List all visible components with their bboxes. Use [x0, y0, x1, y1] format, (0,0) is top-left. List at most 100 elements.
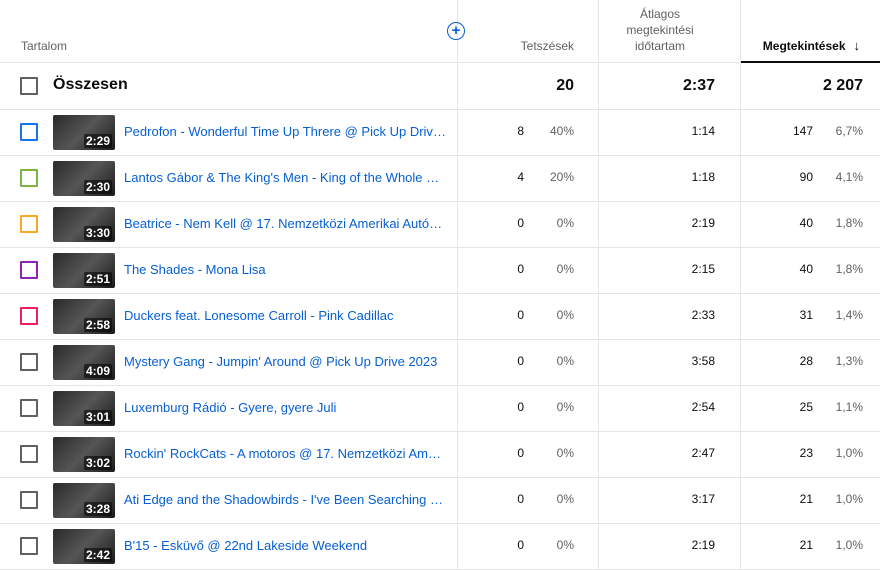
likes-count: 0: [517, 492, 524, 506]
avg-duration: 1:18: [691, 170, 715, 184]
likes-percent: 0%: [556, 492, 574, 506]
table-row[interactable]: 4:09 Mystery Gang - Jumpin' Around @ Pic…: [0, 340, 880, 386]
avg-duration: 3:58: [691, 354, 715, 368]
video-duration: 3:28: [83, 502, 112, 516]
views-percent: 1,8%: [835, 262, 863, 276]
row-checkbox[interactable]: [20, 169, 38, 187]
views-count: 28: [799, 354, 813, 368]
table-row[interactable]: 3:01 Luxemburg Rádió - Gyere, gyere Juli…: [0, 386, 880, 432]
avg-header-line2: megtekintési: [626, 23, 694, 37]
video-title-link[interactable]: Lantos Gábor & The King's Men - King of …: [124, 170, 448, 185]
table-row[interactable]: 2:58 Duckers feat. Lonesome Carroll - Pi…: [0, 294, 880, 340]
avg-duration: 2:19: [691, 538, 715, 552]
likes-count: 0: [517, 354, 524, 368]
video-thumbnail[interactable]: 3:30: [53, 207, 115, 242]
row-checkbox[interactable]: [20, 123, 38, 141]
views-header-label: Megtekintések: [762, 39, 846, 53]
video-title-link[interactable]: The Shades - Mona Lisa: [124, 262, 448, 277]
likes-percent: 0%: [556, 308, 574, 322]
row-checkbox[interactable]: [20, 307, 38, 325]
views-percent: 1,0%: [835, 538, 863, 552]
avg-duration: 3:17: [691, 492, 715, 506]
likes-count: 8: [517, 124, 524, 138]
likes-percent: 20%: [549, 170, 574, 184]
video-thumbnail[interactable]: 2:51: [53, 253, 115, 288]
table-row[interactable]: 3:02 Rockin' RockCats - A motoros @ 17. …: [0, 432, 880, 478]
select-all-checkbox[interactable]: [20, 77, 38, 95]
likes-percent: 0%: [556, 400, 574, 414]
table-row[interactable]: 2:51 The Shades - Mona Lisa 0 0% 2:15 40…: [0, 248, 880, 294]
video-title-link[interactable]: Duckers feat. Lonesome Carroll - Pink Ca…: [124, 308, 448, 323]
total-likes: 20: [556, 77, 574, 94]
views-count: 40: [799, 262, 813, 276]
table-body: 2:29 Pedrofon - Wonderful Time Up Threre…: [0, 110, 880, 570]
video-thumbnail[interactable]: 2:30: [53, 161, 115, 196]
avg-duration: 1:14: [691, 124, 715, 138]
table-row[interactable]: 3:30 Beatrice - Nem Kell @ 17. Nemzetköz…: [0, 202, 880, 248]
views-count: 147: [792, 124, 813, 138]
views-count: 21: [799, 538, 813, 552]
table-row[interactable]: 2:42 B'15 - Esküvő @ 22nd Lakeside Weeke…: [0, 524, 880, 570]
video-thumbnail[interactable]: 2:29: [53, 115, 115, 150]
views-percent: 6,7%: [835, 124, 863, 138]
video-title-link[interactable]: Rockin' RockCats - A motoros @ 17. Nemze…: [124, 446, 448, 461]
views-percent: 1,4%: [835, 308, 863, 322]
video-title-link[interactable]: Ati Edge and the Shadowbirds - I've Been…: [124, 492, 448, 507]
total-label: Összesen: [53, 76, 128, 93]
likes-percent: 0%: [556, 216, 574, 230]
views-count: 21: [799, 492, 813, 506]
row-checkbox[interactable]: [20, 491, 38, 509]
row-checkbox[interactable]: [20, 445, 38, 463]
views-percent: 4,1%: [835, 170, 863, 184]
row-checkbox[interactable]: [20, 399, 38, 417]
avg-duration: 2:15: [691, 262, 715, 276]
table-row[interactable]: 2:29 Pedrofon - Wonderful Time Up Threre…: [0, 110, 880, 156]
views-column-header[interactable]: Megtekintések ↓: [763, 38, 860, 54]
likes-percent: 0%: [556, 538, 574, 552]
avg-duration: 2:33: [691, 308, 715, 322]
video-duration: 2:29: [83, 134, 112, 148]
video-title-link[interactable]: Pedrofon - Wonderful Time Up Threre @ Pi…: [124, 124, 448, 139]
table-row[interactable]: 2:30 Lantos Gábor & The King's Men - Kin…: [0, 156, 880, 202]
total-views: 2 207: [822, 77, 863, 94]
likes-count: 0: [517, 308, 524, 322]
row-checkbox[interactable]: [20, 537, 38, 555]
video-thumbnail[interactable]: 4:09: [53, 345, 115, 380]
row-checkbox[interactable]: [20, 261, 38, 279]
avg-duration: 2:54: [691, 400, 715, 414]
views-count: 90: [799, 170, 813, 184]
likes-count: 0: [517, 538, 524, 552]
avg-header-line1: Átlagos: [639, 7, 681, 21]
likes-count: 0: [517, 446, 524, 460]
video-thumbnail[interactable]: 2:58: [53, 299, 115, 334]
arrow-down-icon[interactable]: ↓: [854, 38, 861, 54]
video-thumbnail[interactable]: 3:01: [53, 391, 115, 426]
likes-percent: 0%: [556, 262, 574, 276]
likes-percent: 40%: [549, 124, 574, 138]
video-duration: 3:01: [83, 410, 112, 424]
video-duration: 2:42: [83, 548, 112, 562]
table-row[interactable]: 3:28 Ati Edge and the Shadowbirds - I've…: [0, 478, 880, 524]
likes-count: 0: [517, 400, 524, 414]
video-title-link[interactable]: Beatrice - Nem Kell @ 17. Nemzetközi Ame…: [124, 216, 448, 231]
row-checkbox[interactable]: [20, 353, 38, 371]
video-duration: 4:09: [83, 364, 112, 378]
likes-percent: 0%: [556, 354, 574, 368]
plus-circle-icon[interactable]: +: [447, 22, 465, 40]
video-thumbnail[interactable]: 3:28: [53, 483, 115, 518]
views-count: 31: [799, 308, 813, 322]
table-header: Tartalom + Tetszések Átlagos megtekintés…: [0, 0, 880, 63]
video-title-link[interactable]: Mystery Gang - Jumpin' Around @ Pick Up …: [124, 354, 448, 369]
video-title-link[interactable]: Luxemburg Rádió - Gyere, gyere Juli: [124, 400, 448, 415]
video-title-link[interactable]: B'15 - Esküvő @ 22nd Lakeside Weekend: [124, 538, 448, 553]
row-checkbox[interactable]: [20, 215, 38, 233]
video-thumbnail[interactable]: 3:02: [53, 437, 115, 472]
avg-duration: 2:47: [691, 446, 715, 460]
total-row: Összesen 20 2:37 2 207: [0, 63, 880, 110]
avg-duration-column-header[interactable]: Átlagos megtekintési időtartam: [605, 6, 715, 54]
views-percent: 1,0%: [835, 492, 863, 506]
avg-header-line3: időtartam: [634, 39, 686, 53]
content-column-header[interactable]: Tartalom: [21, 38, 67, 54]
likes-percent: 0%: [556, 446, 574, 460]
likes-column-header[interactable]: Tetszések: [521, 38, 574, 54]
